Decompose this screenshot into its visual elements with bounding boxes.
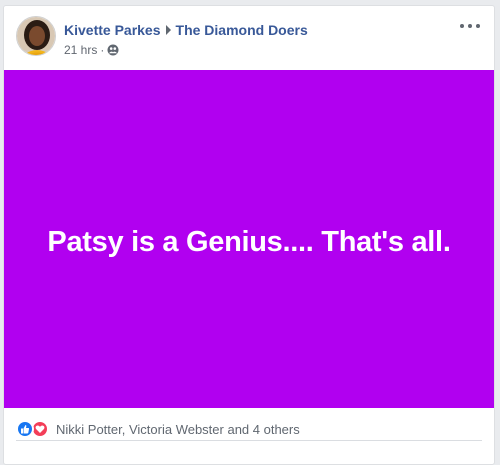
reaction-icons[interactable] (16, 420, 52, 438)
more-options-icon (468, 24, 472, 28)
reaction-summary[interactable]: Nikki Potter, Victoria Webster and 4 oth… (56, 422, 300, 437)
group-name-link[interactable]: The Diamond Doers (176, 22, 308, 38)
post-text: Patsy is a Genius.... That's all. (47, 225, 451, 258)
post-background[interactable]: Patsy is a Genius.... That's all. (4, 70, 494, 408)
group-icon[interactable] (107, 44, 119, 59)
post-meta: 21 hrs · (64, 43, 119, 59)
author-name-link[interactable]: Kivette Parkes (64, 22, 161, 38)
post-timestamp[interactable]: 21 hrs (64, 43, 97, 57)
divider (16, 440, 482, 441)
more-options-button[interactable] (460, 20, 482, 32)
more-options-icon (476, 24, 480, 28)
avatar[interactable] (16, 16, 56, 56)
more-options-icon (460, 24, 464, 28)
right-arrow-icon (165, 25, 171, 35)
avatar-image (17, 17, 55, 55)
like-icon (16, 420, 34, 438)
author-line: Kivette Parkes The Diamond Doers (64, 22, 308, 38)
post-card: Kivette Parkes The Diamond Doers 21 hrs · … (3, 5, 495, 465)
meta-separator: · (100, 43, 105, 57)
post-header: Kivette Parkes The Diamond Doers 21 hrs · (4, 6, 494, 70)
